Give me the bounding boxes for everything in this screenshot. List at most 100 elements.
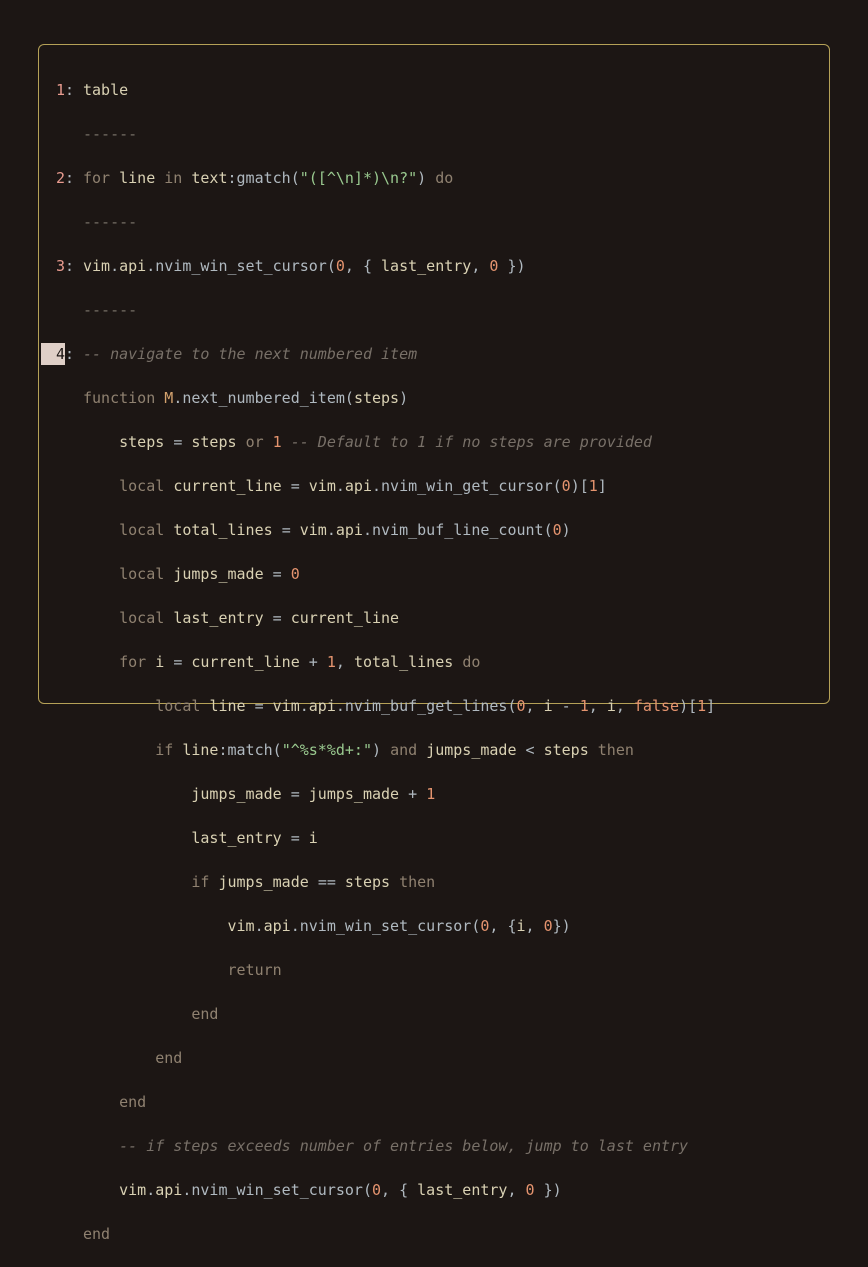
brace: }: [507, 257, 516, 275]
fn: next_numbered_item: [182, 389, 345, 407]
op: =: [273, 609, 282, 627]
space: [300, 477, 309, 495]
ident: api: [336, 521, 363, 539]
lineno-sep: :: [65, 255, 79, 277]
entry-4-l4: local current_line = vim.api.nvim_win_ge…: [41, 475, 827, 497]
comma: ,: [616, 697, 625, 715]
space: [408, 1181, 417, 1199]
ident: jumps_made: [173, 565, 263, 583]
paren: ): [517, 257, 526, 275]
entry-4-l3: steps = steps or 1 -- Default to 1 if no…: [41, 431, 827, 453]
space: [209, 873, 218, 891]
space: [300, 785, 309, 803]
entry-4-l5: local total_lines = vim.api.nvim_buf_lin…: [41, 519, 827, 541]
space: [453, 653, 462, 671]
space: [571, 697, 580, 715]
space: [155, 389, 164, 407]
indent: [83, 477, 119, 495]
dot: .: [146, 257, 155, 275]
kw-if: if: [191, 873, 209, 891]
op: +: [408, 785, 417, 803]
comma: ,: [381, 1181, 390, 1199]
comma: ,: [526, 697, 535, 715]
ident: current_line: [291, 609, 399, 627]
ident: vim: [300, 521, 327, 539]
entry-4-l16: end: [41, 1003, 827, 1025]
indent: [83, 697, 155, 715]
kw-end: end: [191, 1005, 218, 1023]
comment: -- Default to 1 if no steps are provided: [291, 433, 652, 451]
ident: last_entry: [173, 609, 263, 627]
ident: text: [191, 169, 227, 187]
num: 1: [327, 653, 336, 671]
code-block[interactable]: 1:table ------ 2:for line in text:gmatch…: [41, 57, 827, 1267]
space: [535, 697, 544, 715]
space: [300, 829, 309, 847]
code-line: function M.next_numbered_item(steps): [79, 387, 408, 409]
op: :: [228, 169, 237, 187]
fn: nvim_buf_line_count: [372, 521, 544, 539]
ident: vim: [83, 257, 110, 275]
paren: ): [562, 521, 571, 539]
kw-do: do: [462, 653, 480, 671]
space: [399, 785, 408, 803]
entry-4-l6: local jumps_made = 0: [41, 563, 827, 585]
code-line: local line = vim.api.nvim_buf_get_lines(…: [79, 695, 715, 717]
indent: [83, 1005, 191, 1023]
brace: {: [363, 257, 372, 275]
num: 0: [480, 917, 489, 935]
lineno-4-current: 4: [41, 343, 65, 365]
num: 0: [553, 521, 562, 539]
ident: line: [119, 169, 155, 187]
op: =: [282, 521, 291, 539]
ident: last_entry: [381, 257, 471, 275]
ident: steps: [191, 433, 236, 451]
fn: nvim_win_set_cursor: [155, 257, 327, 275]
space: [291, 521, 300, 539]
op: +: [309, 653, 318, 671]
space: [598, 697, 607, 715]
space: [164, 433, 173, 451]
kw-in: in: [164, 169, 182, 187]
lineno-2: 2: [41, 167, 65, 189]
entry-4-l15: return: [41, 959, 827, 981]
paren: (: [471, 917, 480, 935]
ident: steps: [354, 389, 399, 407]
dot: .: [146, 1181, 155, 1199]
space: [282, 477, 291, 495]
num: 1: [580, 697, 589, 715]
paren: (: [544, 521, 553, 539]
space: [246, 697, 255, 715]
indent: [83, 609, 119, 627]
lineno-sep: :: [65, 343, 79, 365]
brace: }: [553, 917, 562, 935]
ident: vim: [273, 697, 300, 715]
code-line: local total_lines = vim.api.nvim_buf_lin…: [79, 519, 571, 541]
indent: [83, 961, 228, 979]
indent: [83, 521, 119, 539]
const: M: [164, 389, 173, 407]
entry-4-l18: end: [41, 1091, 827, 1113]
ident: vim: [119, 1181, 146, 1199]
lineno-1: 1: [41, 79, 65, 101]
code-line: steps = steps or 1 -- Default to 1 if no…: [79, 431, 652, 453]
entry-1: 1:table: [41, 79, 827, 101]
ident: api: [309, 697, 336, 715]
kw-local: local: [119, 609, 164, 627]
space: [155, 169, 164, 187]
entry-4-l12: last_entry = i: [41, 827, 827, 849]
entry-divider: ------: [41, 211, 827, 233]
op: =: [273, 565, 282, 583]
indent: [83, 433, 119, 451]
kw-local: local: [155, 697, 200, 715]
dot: .: [110, 257, 119, 275]
bracket: ]: [598, 477, 607, 495]
num: 1: [273, 433, 282, 451]
fn: nvim_buf_get_lines: [345, 697, 508, 715]
code-line: local current_line = vim.api.nvim_win_ge…: [79, 475, 607, 497]
comma: ,: [489, 917, 498, 935]
entry-4-l20: vim.api.nvim_win_set_cursor(0, { last_en…: [41, 1179, 827, 1201]
brace: {: [507, 917, 516, 935]
entry-2: 2:for line in text:gmatch("([^\n]*)\n?")…: [41, 167, 827, 189]
bracket: [: [580, 477, 589, 495]
